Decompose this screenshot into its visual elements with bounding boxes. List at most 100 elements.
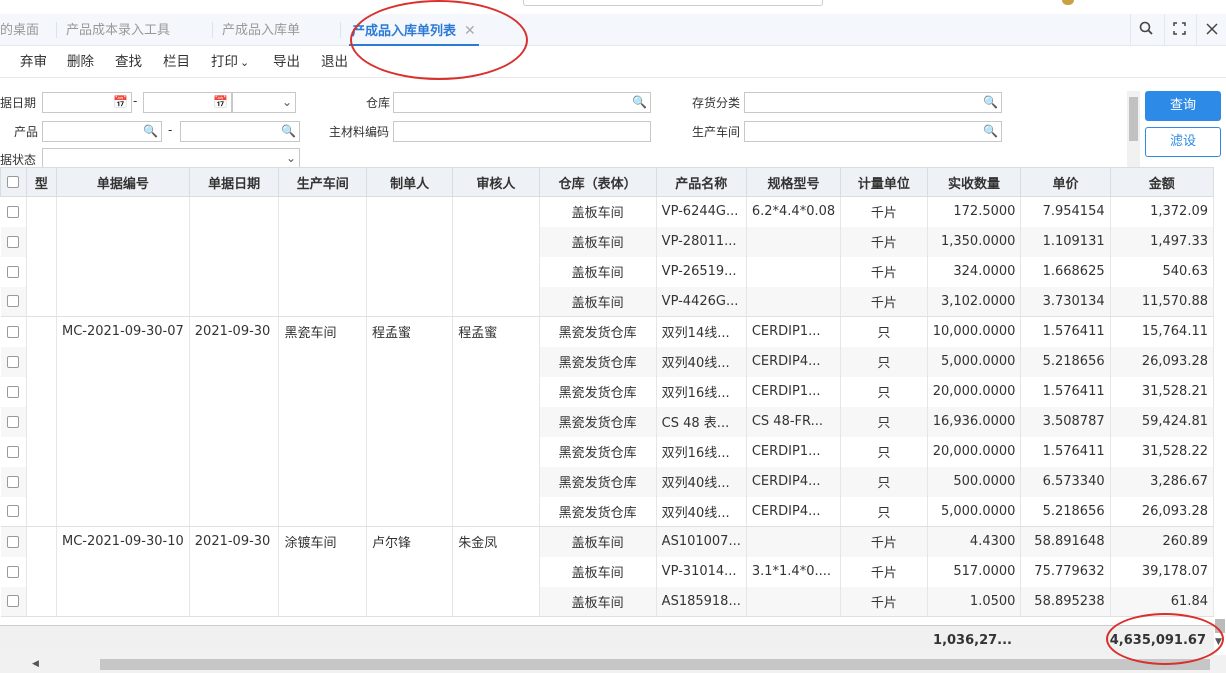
- column-header[interactable]: 规格型号: [745, 167, 842, 197]
- row-checkbox[interactable]: [0, 436, 27, 467]
- scroll-left-icon[interactable]: ◀: [32, 655, 39, 673]
- calendar-icon[interactable]: 📅: [113, 94, 128, 111]
- column-header[interactable]: 单据日期: [188, 167, 280, 197]
- filter-scrollbar[interactable]: [1127, 91, 1140, 167]
- scrollbar-thumb[interactable]: [100, 659, 1210, 670]
- table-row[interactable]: 盖板车间 VP-31014... 3.1*1.4*0.... 千片 517.0000 75…: [0, 556, 1214, 587]
- workshop-field[interactable]: 🔍: [744, 121, 1002, 142]
- address-box[interactable]: [523, 0, 823, 6]
- row-checkbox[interactable]: [0, 526, 27, 557]
- row-checkbox[interactable]: [0, 226, 27, 257]
- column-header[interactable]: 实收数量: [926, 167, 1022, 197]
- find-button[interactable]: 查找: [115, 46, 142, 78]
- row-checkbox[interactable]: [0, 496, 27, 527]
- checkbox[interactable]: [7, 475, 20, 488]
- column-header[interactable]: 仓库（表体）: [538, 167, 657, 197]
- search-icon[interactable]: 🔍: [281, 123, 296, 140]
- checkbox[interactable]: [7, 265, 20, 278]
- scrollbar-thumb[interactable]: [1215, 619, 1225, 633]
- date-range-select[interactable]: ⌄: [232, 92, 296, 113]
- checkbox[interactable]: [7, 355, 20, 368]
- checkbox[interactable]: [7, 415, 20, 428]
- checkbox[interactable]: [7, 295, 20, 308]
- column-header[interactable]: 计量单位: [840, 167, 928, 197]
- material-code-field[interactable]: [393, 121, 651, 142]
- table-row[interactable]: 盖板车间 VP-26519... 千片 324.0000 1.668625 540.63: [0, 256, 1214, 287]
- columns-button[interactable]: 栏目: [163, 46, 190, 78]
- checkbox[interactable]: [7, 445, 20, 458]
- checkbox[interactable]: [7, 385, 20, 398]
- select-all-checkbox[interactable]: [0, 167, 27, 197]
- table-row[interactable]: 盖板车间 VP-6244G... 6.2*4.4*0.08 千片 172.5000 7.9…: [0, 196, 1214, 227]
- table-row[interactable]: 盖板车间 AS185918... 千片 1.0500 58.895238 61.84: [0, 586, 1214, 617]
- lookup-icon[interactable]: 🔍: [632, 94, 647, 111]
- print-button[interactable]: 打印 ⌄: [211, 46, 249, 78]
- table-row[interactable]: 盖板车间 VP-28011... 千片 1,350.0000 1.109131 1,497…: [0, 226, 1214, 257]
- checkbox[interactable]: [7, 565, 20, 578]
- table-row[interactable]: MC-2021-09-30-10 2021-09-30 涂镀车间 卢尔锋 朱金凤 盖板车间…: [0, 526, 1214, 557]
- row-checkbox[interactable]: [0, 376, 27, 407]
- row-checkbox[interactable]: [0, 586, 27, 617]
- fullscreen-icon[interactable]: [1164, 14, 1194, 46]
- row-checkbox[interactable]: [0, 316, 27, 347]
- row-checkbox[interactable]: [0, 466, 27, 497]
- close-tab-icon[interactable]: ✕: [464, 23, 476, 39]
- table-row[interactable]: 黑瓷发货仓库 CS 48 表... CS 48-FR... 只 16,936.0000 3…: [0, 406, 1214, 437]
- search-icon[interactable]: 🔍: [143, 123, 158, 140]
- status-select[interactable]: ⌄: [42, 148, 300, 167]
- table-row[interactable]: 黑瓷发货仓库 双列40线... CERDIP4... 只 5,000.0000 5.218…: [0, 346, 1214, 377]
- scrollbar-thumb[interactable]: [1129, 97, 1138, 141]
- table-row[interactable]: 黑瓷发货仓库 双列40线... CERDIP4... 只 5,000.0000 5.218…: [0, 496, 1214, 527]
- tab-finished-goods-receipt-list[interactable]: 产成品入库单列表 ✕: [349, 14, 479, 46]
- scroll-down-icon[interactable]: ▼: [1215, 637, 1222, 647]
- delete-button[interactable]: 删除: [67, 46, 94, 78]
- date-from-field[interactable]: 📅: [42, 92, 132, 113]
- row-checkbox[interactable]: [0, 256, 27, 287]
- column-header[interactable]: 型: [25, 167, 58, 197]
- column-header[interactable]: 单据编号: [56, 167, 190, 197]
- exit-button[interactable]: 退出: [321, 46, 348, 78]
- tab-desktop[interactable]: 的桌面: [0, 14, 39, 46]
- product-to-field[interactable]: 🔍: [180, 121, 300, 142]
- column-header[interactable]: 审核人: [452, 167, 540, 197]
- checkbox[interactable]: [7, 325, 20, 338]
- unapprove-button[interactable]: 弃审: [20, 46, 47, 78]
- checkbox[interactable]: [7, 595, 20, 608]
- row-checkbox[interactable]: [0, 556, 27, 587]
- lookup-icon[interactable]: 🔍: [983, 94, 998, 111]
- table-row[interactable]: 盖板车间 VP-4426G... 千片 3,102.0000 3.730134 11,57…: [0, 286, 1214, 317]
- warehouse-field[interactable]: 🔍: [393, 92, 651, 113]
- column-header[interactable]: 生产车间: [278, 167, 367, 197]
- tab-cost-entry-tool[interactable]: 产品成本录入工具: [66, 14, 170, 46]
- row-checkbox[interactable]: [0, 346, 27, 377]
- extension-icon[interactable]: [1062, 0, 1074, 5]
- export-button[interactable]: 导出: [273, 46, 300, 78]
- row-checkbox[interactable]: [0, 286, 27, 317]
- calendar-icon[interactable]: 📅: [213, 94, 228, 111]
- close-icon[interactable]: [1196, 14, 1226, 46]
- lookup-icon[interactable]: 🔍: [983, 123, 998, 140]
- checkbox[interactable]: [7, 535, 20, 548]
- column-header[interactable]: 制单人: [365, 167, 454, 197]
- column-header[interactable]: 产品名称: [655, 167, 747, 197]
- table-row[interactable]: 黑瓷发货仓库 双列16线... CERDIP1... 只 20,000.0000 1.57…: [0, 376, 1214, 407]
- checkbox[interactable]: [7, 205, 20, 218]
- tab-finished-goods-receipt[interactable]: 产成品入库单: [222, 14, 300, 46]
- checkbox[interactable]: [7, 235, 20, 248]
- search-icon[interactable]: [1130, 14, 1160, 46]
- grid-horizontal-scrollbar[interactable]: ◀: [0, 655, 1226, 673]
- product-from-field[interactable]: 🔍: [42, 121, 162, 142]
- date-to-field[interactable]: 📅: [143, 92, 232, 113]
- filter-settings-button[interactable]: 滤设: [1145, 127, 1221, 157]
- grid-vertical-scrollbar[interactable]: ▼: [1214, 167, 1226, 655]
- query-button[interactable]: 查询: [1145, 91, 1221, 121]
- category-field[interactable]: 🔍: [744, 92, 1002, 113]
- column-header[interactable]: 单价: [1020, 167, 1111, 197]
- table-row[interactable]: 黑瓷发货仓库 双列40线... CERDIP4... 只 500.0000 6.57334…: [0, 466, 1214, 497]
- column-header[interactable]: 金额: [1109, 167, 1214, 197]
- row-checkbox[interactable]: [0, 196, 27, 227]
- checkbox[interactable]: [7, 505, 20, 518]
- table-row[interactable]: 黑瓷发货仓库 双列16线... CERDIP1... 只 20,000.0000 1.57…: [0, 436, 1214, 467]
- row-checkbox[interactable]: [0, 406, 27, 437]
- table-row[interactable]: MC-2021-09-30-07 2021-09-30 黑瓷车间 程孟蜜 程孟蜜 黑瓷发货…: [0, 316, 1214, 347]
